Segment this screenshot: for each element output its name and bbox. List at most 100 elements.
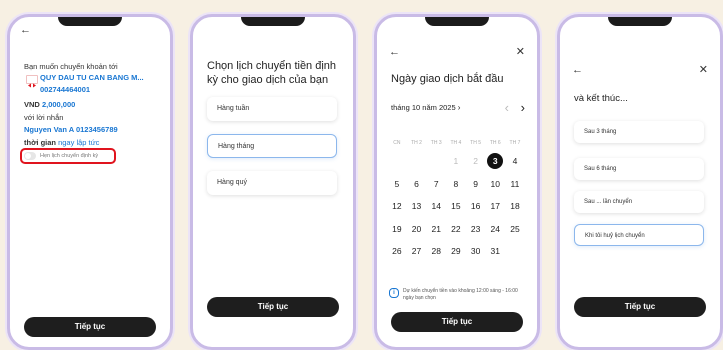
calendar-day[interactable]: 27 bbox=[407, 246, 427, 256]
calendar-day[interactable]: 11 bbox=[505, 179, 525, 189]
calendar-day-label: 16 bbox=[470, 201, 481, 212]
calendar-day-label: 18 bbox=[510, 201, 520, 212]
calendar-day[interactable]: 25 bbox=[505, 224, 525, 234]
phone-end-condition: ← ✕ và kết thúc... Sau 3 tháng Sau 6 thá… bbox=[557, 14, 723, 350]
calendar-day[interactable]: 12 bbox=[387, 201, 407, 211]
close-icon[interactable]: ✕ bbox=[516, 47, 525, 58]
calendar-day-label: 8 bbox=[453, 178, 459, 189]
calendar-day[interactable]: 1 bbox=[446, 156, 466, 166]
arrow-left-icon[interactable]: ← bbox=[572, 65, 583, 76]
calendar-day-label: 5 bbox=[394, 178, 400, 189]
schedule-toggle-switch[interactable] bbox=[24, 152, 36, 160]
option-quarterly[interactable]: Hàng quý bbox=[207, 171, 337, 195]
option-monthly[interactable]: Hàng tháng bbox=[207, 134, 337, 158]
calendar-day-label: 15 bbox=[451, 201, 461, 212]
calendar-day[interactable]: 20 bbox=[407, 224, 427, 234]
calendar-grid: CN TH 2 TH 3 TH 4 TH 5 TH 6 TH 7 1234567… bbox=[387, 136, 525, 263]
option-after-n-transfers[interactable]: Sau ... lần chuyển bbox=[574, 191, 704, 213]
next-month-icon[interactable]: › bbox=[521, 100, 525, 115]
schedule-note: i Dự kiến chuyển tiền vào khoảng 12:00 s… bbox=[389, 288, 525, 302]
option-until-cancelled[interactable]: Khi tôi huỷ lịch chuyển bbox=[574, 224, 704, 246]
calendar-day-label: 12 bbox=[392, 201, 402, 212]
calendar-day[interactable]: 13 bbox=[407, 201, 427, 211]
recipient-bank-name: QUY DAU TU CAN BANG M... bbox=[40, 73, 144, 82]
calendar-day[interactable]: 22 bbox=[446, 224, 466, 234]
calendar-day[interactable]: 5 bbox=[387, 179, 407, 189]
calendar-day-label: 25 bbox=[510, 223, 520, 234]
option-after-3-months[interactable]: Sau 3 tháng bbox=[574, 121, 704, 143]
calendar-day[interactable]: 16 bbox=[466, 201, 486, 211]
calendar-day[interactable]: 3 bbox=[485, 153, 505, 170]
calendar-day-label: 31 bbox=[490, 246, 501, 257]
recipient-account-number: 002744464001 bbox=[40, 85, 91, 94]
calendar-day[interactable]: 17 bbox=[485, 201, 505, 211]
calendar-day-label: 1 bbox=[453, 156, 459, 167]
month-label: tháng 10 năm 2025 bbox=[391, 103, 456, 112]
start-date-title: Ngày giao dịch bắt đầu bbox=[391, 73, 504, 85]
calendar-week-row: 1 234 bbox=[387, 150, 525, 173]
phone-notch bbox=[241, 17, 305, 26]
continue-button[interactable]: Tiếp tục bbox=[24, 317, 156, 337]
prev-month-icon[interactable]: ‹ bbox=[505, 100, 509, 115]
calendar-week-row: 5 6 7 8 9 10 11 bbox=[387, 173, 525, 196]
calendar-day[interactable]: 24 bbox=[485, 224, 505, 234]
calendar-day[interactable]: 4 bbox=[505, 156, 525, 166]
continue-button[interactable]: Tiếp tục bbox=[207, 297, 339, 317]
calendar-week-row: 26 27 28 29 30 31 bbox=[387, 240, 525, 263]
calendar-day[interactable]: 10 bbox=[485, 179, 505, 189]
calendar-day[interactable]: 26 bbox=[387, 246, 407, 256]
calendar-day-label: 6 bbox=[414, 178, 419, 189]
option-weekly[interactable]: Hàng tuần bbox=[207, 97, 337, 121]
calendar-day-label: 7 bbox=[433, 178, 439, 189]
continue-button[interactable]: Tiếp tục bbox=[391, 312, 523, 332]
bank-logo-graphic bbox=[28, 83, 36, 88]
calendar-day[interactable]: 2 bbox=[466, 156, 486, 166]
calendar-day-label: 2 bbox=[473, 156, 478, 167]
calendar-day-label: 29 bbox=[451, 246, 461, 257]
month-selector[interactable]: tháng 10 năm 2025 › bbox=[391, 103, 460, 112]
weekday-label: TH 7 bbox=[509, 140, 521, 146]
calendar-day-label: 22 bbox=[451, 223, 461, 234]
arrow-left-icon[interactable]: ← bbox=[20, 25, 31, 36]
calendar-day-label: 13 bbox=[411, 201, 422, 212]
calendar-day[interactable]: 8 bbox=[446, 179, 466, 189]
calendar-day[interactable]: 31 bbox=[485, 246, 505, 256]
calendar-week-row: 12 13 14 15 16 17 18 bbox=[387, 195, 525, 218]
calendar-day[interactable]: 21 bbox=[426, 224, 446, 234]
calendar-day[interactable]: 7 bbox=[426, 179, 446, 189]
calendar-day[interactable]: 14 bbox=[426, 201, 446, 211]
calendar-day[interactable]: 30 bbox=[466, 246, 486, 256]
calendar-day[interactable]: 19 bbox=[387, 224, 407, 234]
message-label: với lời nhắn bbox=[24, 113, 64, 122]
calendar-day-label: 23 bbox=[470, 223, 481, 234]
calendar-week-row: 19 20 21 22 23 24 25 bbox=[387, 218, 525, 241]
calendar-day[interactable]: 29 bbox=[446, 246, 466, 256]
transfer-heading: Bạn muốn chuyển khoản tới bbox=[24, 62, 118, 71]
calendar-day-label: 24 bbox=[490, 223, 501, 234]
close-icon[interactable]: ✕ bbox=[699, 65, 708, 76]
weekday-label: TH 6 bbox=[489, 140, 501, 146]
continue-button[interactable]: Tiếp tục bbox=[574, 297, 706, 317]
phone-notch bbox=[425, 17, 489, 26]
phone-notch bbox=[608, 17, 672, 26]
info-icon: i bbox=[389, 288, 399, 298]
calendar-day[interactable]: 28 bbox=[426, 246, 446, 256]
calendar-day[interactable]: 18 bbox=[505, 201, 525, 211]
weekday-label: CN bbox=[393, 140, 401, 146]
calendar-day-label: 21 bbox=[431, 223, 441, 234]
message-value: Nguyen Van A 0123456789 bbox=[24, 125, 118, 134]
time-value[interactable]: ngay lập tức bbox=[58, 138, 99, 147]
chevron-right-icon: › bbox=[457, 103, 461, 112]
phone-transfer-confirm: ← Bạn muốn chuyển khoản tới QUY DAU TU C… bbox=[7, 14, 173, 350]
frequency-title: Chọn lịch chuyển tiền định kỳ cho giao d… bbox=[207, 60, 337, 86]
calendar-day[interactable]: 6 bbox=[407, 179, 427, 189]
amount-value: 2,000,000 bbox=[41, 100, 76, 109]
calendar-day[interactable]: 23 bbox=[466, 224, 486, 234]
calendar-day-label: 27 bbox=[411, 246, 422, 257]
calendar-day[interactable]: 9 bbox=[466, 179, 486, 189]
calendar-day[interactable]: 15 bbox=[446, 201, 466, 211]
option-after-6-months[interactable]: Sau 6 tháng bbox=[574, 158, 704, 180]
arrow-left-icon[interactable]: ← bbox=[389, 47, 400, 58]
calendar-day-label: 14 bbox=[431, 201, 441, 212]
schedule-note-text: Dự kiến chuyển tiền vào khoảng 12:00 sán… bbox=[403, 288, 518, 301]
